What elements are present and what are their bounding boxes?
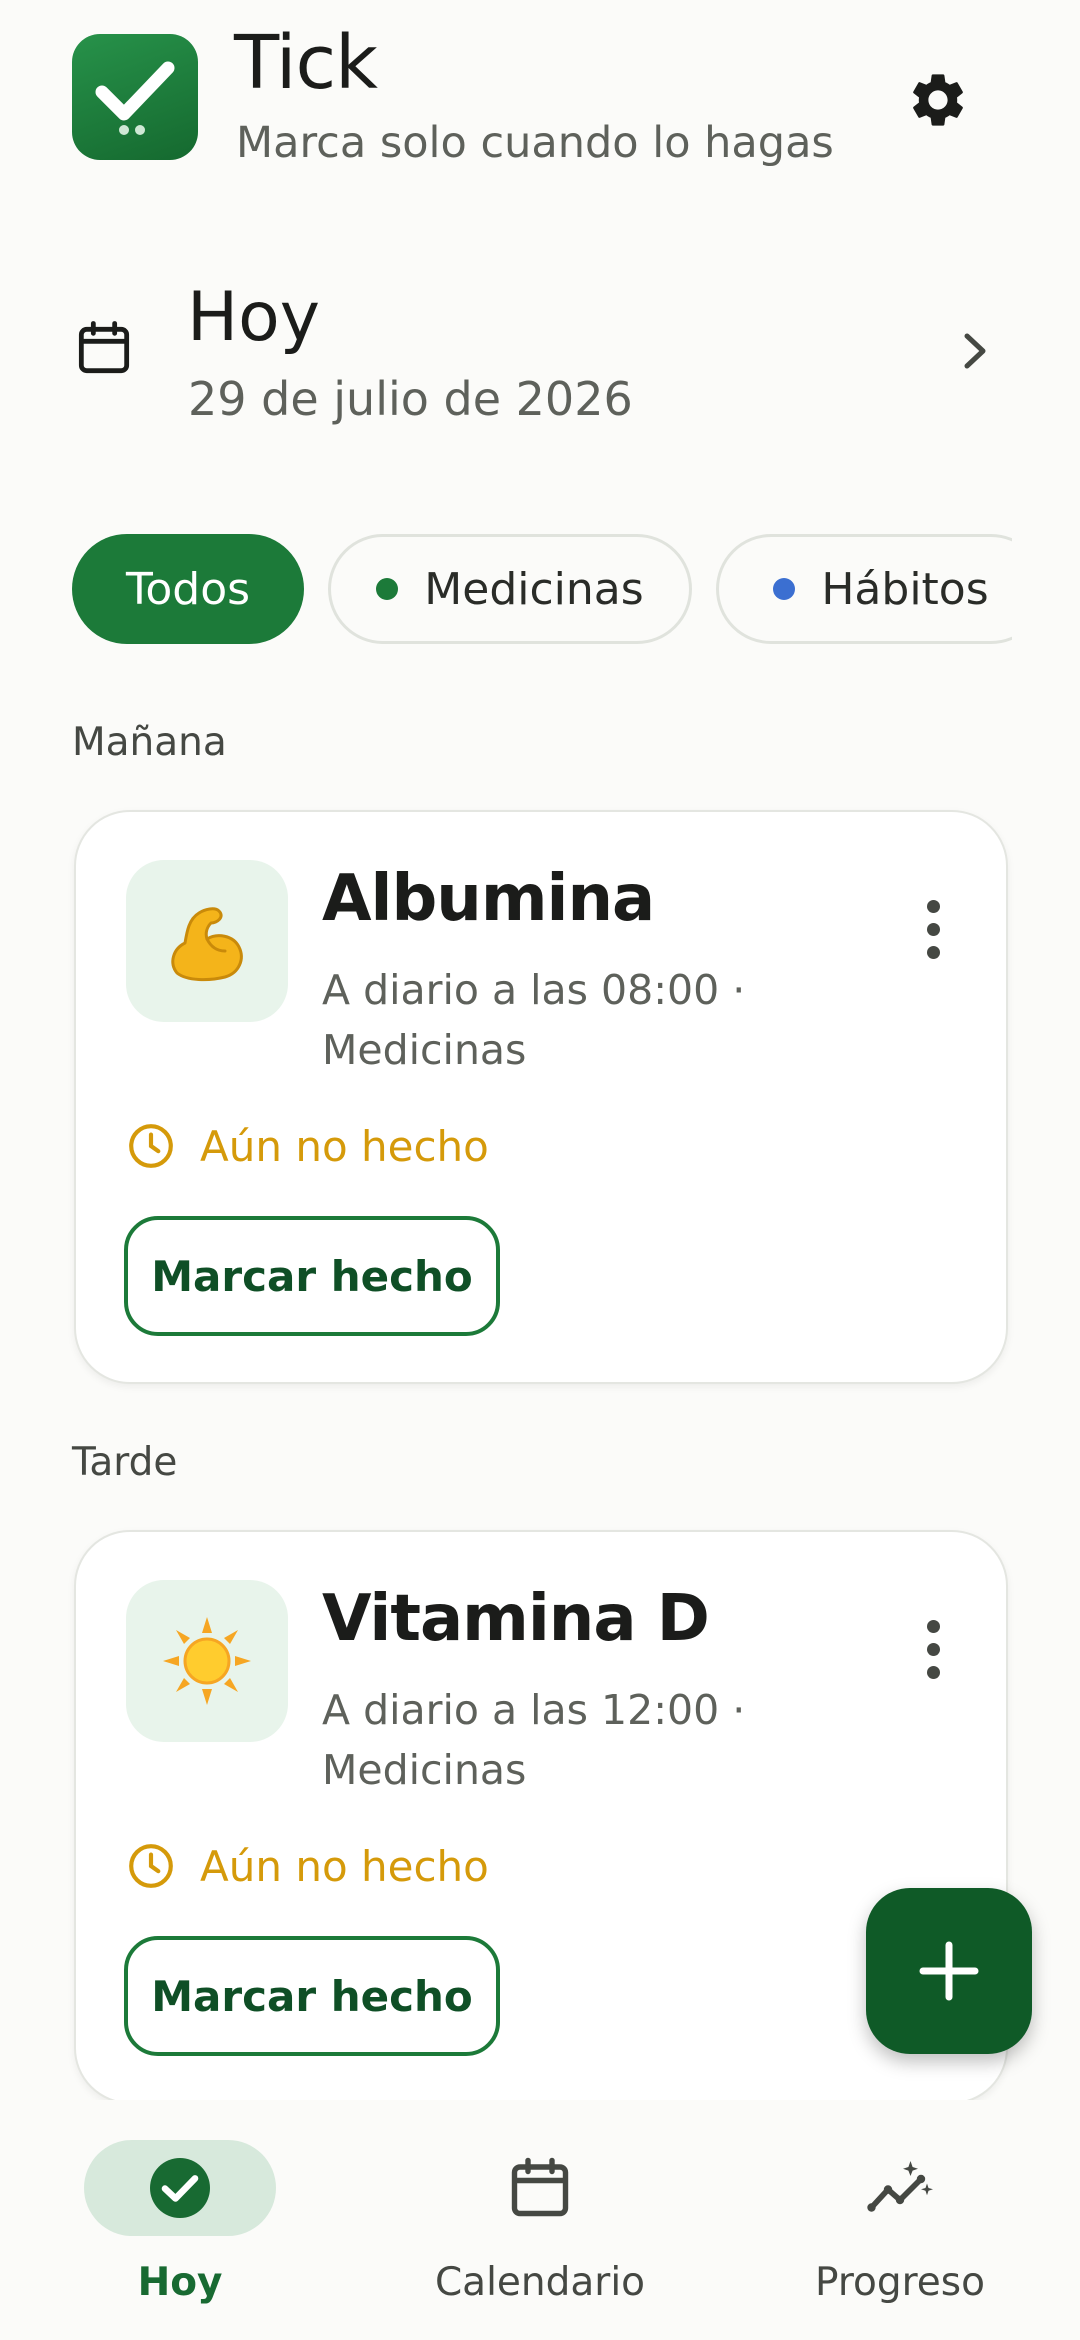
habitos-dot-icon — [773, 578, 796, 600]
date-label: 29 de julio de 2026 — [188, 372, 633, 426]
habit-status: Aún no hecho — [126, 1836, 489, 1896]
progress-sparkle-icon — [867, 2161, 933, 2212]
app-logo — [72, 34, 198, 160]
filter-chips: Todos Medicinas Hábitos — [72, 534, 1012, 644]
app-tagline: Marca solo cuando lo hagas — [236, 118, 834, 168]
habit-card-albumina[interactable]: Albumina A diario a las 08:00 · Medicina… — [74, 810, 1008, 1384]
habit-icon-box — [126, 860, 288, 1022]
app-title: Tick — [234, 20, 378, 106]
medicinas-dot-icon — [376, 578, 399, 600]
date-navigator[interactable]: Hoy 29 de julio de 2026 — [0, 260, 1080, 450]
filter-chip-label: Medicinas — [424, 563, 644, 615]
filter-chip-habitos[interactable]: Hábitos — [716, 534, 1012, 644]
habit-icon-box — [126, 1580, 288, 1742]
chevron-right-icon — [964, 333, 986, 369]
clock-icon — [129, 1844, 173, 1888]
habit-status: Aún no hecho — [126, 1116, 489, 1176]
flexed-biceps-icon — [171, 907, 243, 982]
nav-label: Progreso — [815, 2260, 985, 2305]
next-day-button[interactable] — [940, 316, 1010, 386]
calendar-icon — [511, 2157, 569, 2217]
add-habit-button[interactable] — [866, 1888, 1032, 2054]
nav-label: Calendario — [434, 2260, 646, 2305]
sun-icon — [163, 1617, 251, 1705]
mark-done-button[interactable]: Marcar hecho — [124, 1216, 500, 1336]
bottom-navigation: Hoy Calendario Progreso — [0, 2100, 1080, 2340]
mark-done-button[interactable]: Marcar hecho — [124, 1936, 500, 2056]
plus-icon — [919, 1941, 979, 2001]
habit-name: Albumina — [322, 862, 655, 936]
habit-schedule: A diario a las 08:00 · Medicinas — [322, 966, 746, 1074]
nav-item-hoy[interactable]: Hoy — [0, 2100, 360, 2340]
habit-name: Vitamina D — [322, 1582, 710, 1656]
calendar-icon — [78, 321, 130, 374]
logo-check-icon — [95, 61, 175, 135]
settings-button[interactable] — [896, 58, 980, 142]
filter-chip-todos[interactable]: Todos — [72, 534, 304, 644]
more-options-button[interactable] — [914, 1620, 954, 1680]
clock-icon — [129, 1124, 173, 1168]
date-title: Hoy — [187, 278, 320, 357]
habit-schedule: A diario a las 12:00 · Medicinas — [322, 1686, 746, 1794]
nav-item-progreso[interactable]: Progreso — [720, 2100, 1080, 2340]
app-header: Tick Marca solo cuando lo hagas — [0, 0, 1080, 200]
section-label-tarde: Tarde — [72, 1440, 178, 1485]
filter-chip-label: Hábitos — [821, 563, 989, 615]
filter-chip-medicinas[interactable]: Medicinas — [328, 534, 692, 644]
nav-item-calendario[interactable]: Calendario — [360, 2100, 720, 2340]
more-options-button[interactable] — [914, 900, 954, 960]
section-label-manana: Mañana — [72, 720, 227, 765]
habit-status-text: Aún no hecho — [200, 1121, 489, 1171]
habit-status-text: Aún no hecho — [200, 1841, 489, 1891]
gear-icon — [913, 74, 963, 126]
filter-chip-label: Todos — [125, 563, 251, 615]
nav-label: Hoy — [137, 2260, 223, 2305]
check-circle-icon — [150, 2158, 210, 2218]
